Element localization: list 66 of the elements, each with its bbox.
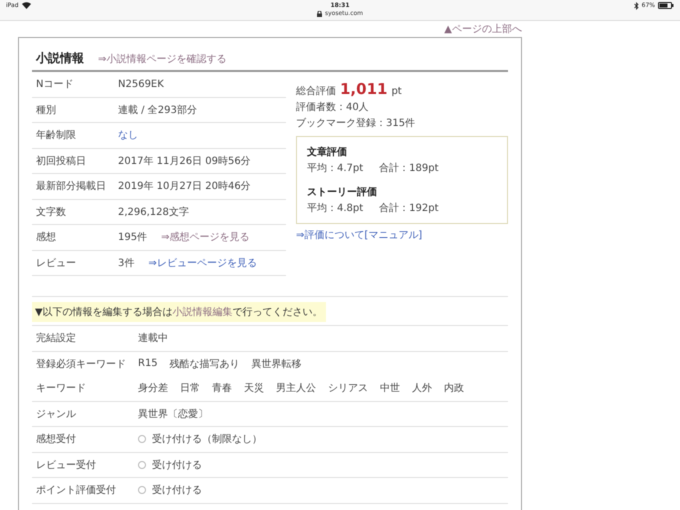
- row-link[interactable]: なし: [118, 128, 138, 142]
- keyword: 残酷な描写あり: [170, 358, 240, 371]
- lock-icon: [316, 10, 322, 16]
- row-label: 年齢制限: [36, 128, 77, 142]
- total-rating-unit: pt: [391, 86, 402, 97]
- radio-label: 受け付ける（制限なし）: [152, 432, 262, 446]
- row-label: ジャンル: [36, 408, 77, 421]
- score-title: 文章評価: [307, 145, 348, 159]
- row-value: 2,296,128文字: [118, 206, 189, 219]
- keyword: 内政: [444, 382, 464, 396]
- radio-label: 受け付ける: [152, 484, 202, 498]
- score-total: 合計：192pt: [379, 202, 439, 215]
- score-average: 平均：4.7pt: [307, 162, 364, 175]
- bookmark-count: ブックマーク登録：315件: [296, 116, 416, 130]
- row-label: 感想: [36, 230, 57, 244]
- keyword: 天災: [244, 382, 264, 396]
- keyword: 人外: [412, 382, 432, 396]
- row-label: キーワード: [36, 382, 87, 396]
- battery-icon: [658, 2, 674, 9]
- radio-button[interactable]: [138, 486, 146, 494]
- keyword: シリアス: [328, 382, 368, 396]
- score-title: ストーリー評価: [307, 186, 378, 199]
- row-value: 異世界〔恋愛〕: [138, 408, 208, 421]
- keyword: 日常: [180, 382, 200, 396]
- radio-button[interactable]: [138, 435, 146, 444]
- edit-info-link[interactable]: 小説情報編集: [172, 307, 233, 318]
- rating-manual-link[interactable]: ⇒評価について[マニュアル]: [296, 230, 422, 241]
- row-value: N2569EK: [118, 78, 164, 90]
- keyword: R15: [138, 358, 158, 370]
- keyword: 男主人公: [276, 382, 316, 396]
- row-label: ポイント評価受付: [36, 484, 117, 498]
- row-value: 2019年 10月27日 20時46分: [118, 180, 251, 194]
- row-link[interactable]: ⇒レビューページを見る: [148, 256, 257, 270]
- rater-count: 評価者数：40人: [296, 100, 370, 114]
- row-label: 文字数: [36, 206, 67, 219]
- row-value: 連載 / 全293部分: [118, 104, 197, 117]
- radio-button[interactable]: [138, 460, 146, 469]
- row-label: レビュー受付: [36, 458, 97, 472]
- row-label: Nコード: [36, 78, 74, 92]
- score-total: 合計：189pt: [379, 162, 439, 175]
- keyword: 異世界転移: [252, 358, 302, 371]
- score-average: 平均：4.8pt: [307, 202, 364, 215]
- total-rating-value: 1,011: [340, 80, 388, 98]
- row-value: 連載中: [138, 332, 168, 346]
- edit-notice: ▼以下の情報を編集する場合は小説情報編集で行ってください。: [32, 302, 326, 322]
- page-top-link[interactable]: ▲ページの上部へ: [444, 22, 522, 36]
- keyword: 中世: [380, 382, 400, 396]
- wifi-icon: [22, 2, 31, 9]
- row-value: 3件: [118, 256, 134, 270]
- row-label: 感想受付: [36, 432, 77, 446]
- row-label: 登録必須キーワード: [36, 358, 127, 371]
- bluetooth-icon: [634, 2, 639, 10]
- row-value: 2017年 11月26日 09時56分: [118, 154, 251, 168]
- row-label: レビュー: [36, 256, 77, 270]
- row-label: 最新部分掲載日: [36, 180, 107, 194]
- section-title: 小説情報: [36, 50, 84, 67]
- row-label: 初回投稿日: [36, 154, 87, 168]
- info-page-link[interactable]: ⇒小説情報ページを確認する: [98, 52, 226, 66]
- row-label: 完結設定: [36, 332, 77, 346]
- total-rating-label: 総合評価: [296, 84, 336, 98]
- keyword: 青春: [212, 382, 232, 396]
- row-label: 種別: [36, 104, 57, 117]
- keyword: 身分差: [138, 382, 168, 396]
- row-link[interactable]: ⇒感想ページを見る: [161, 230, 250, 244]
- radio-label: 受け付ける: [152, 458, 202, 472]
- row-value: 195件: [118, 231, 148, 244]
